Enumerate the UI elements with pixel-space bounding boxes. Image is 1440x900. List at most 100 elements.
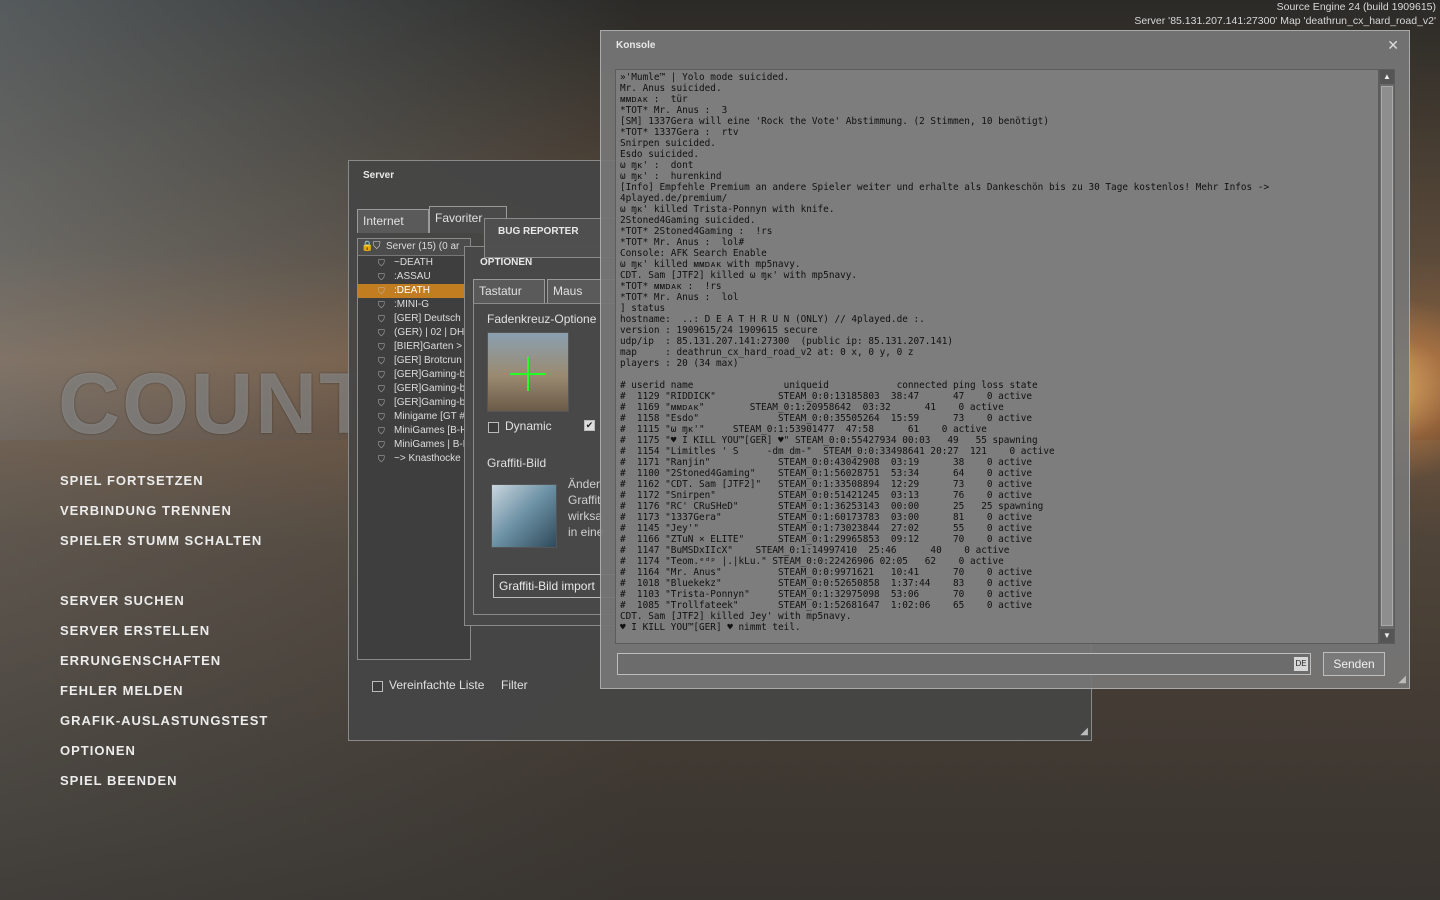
- menu-options[interactable]: OPTIONEN: [60, 743, 136, 758]
- console-line: # 1166 "ZTuN × ELITE" STEAM_0:1:29965853…: [620, 534, 1033, 545]
- console-line: ω ɱᴋ' : dont: [620, 160, 694, 171]
- console-title: Konsole: [616, 40, 656, 51]
- tab-keyboard[interactable]: Tastatur: [473, 279, 545, 303]
- server-row[interactable]: ⛉ ~> Knasthocke: [358, 452, 470, 466]
- crosshair-options-label: Fadenkreuz-Optione: [487, 312, 597, 326]
- server-row[interactable]: ⛉ (GER) | 02 | DH: [358, 326, 470, 340]
- menu-quit-game[interactable]: SPIEL BEENDEN: [60, 773, 178, 788]
- console-line: [Info] Empfehle Premium an andere Spiele…: [620, 182, 1270, 193]
- resize-grip-icon[interactable]: ◢: [1080, 726, 1088, 737]
- language-badge: DE: [1294, 657, 1308, 671]
- server-row-selected[interactable]: ⛉:DEATH: [358, 284, 470, 298]
- server-row[interactable]: ⛉ [GER]Gaming-b: [358, 396, 470, 410]
- graffiti-preview: [491, 484, 557, 548]
- menu-disconnect[interactable]: VERBINDUNG TRENNEN: [60, 503, 232, 518]
- console-line: ω ɱᴋ' : hurenkind: [620, 171, 722, 182]
- console-scrollbar[interactable]: ▲ ▼: [1379, 69, 1395, 644]
- console-line: *TOT* Mr. Anus : lol#: [620, 237, 745, 248]
- server-row[interactable]: ⛉ Minigame [GT #: [358, 410, 470, 424]
- crosshair-option-checkbox[interactable]: ✔: [584, 420, 595, 431]
- console-line: # 1145 "Jey'" STEAM_0:1:73023844 27:02 5…: [620, 523, 1033, 534]
- console-line: # 1018 "Bluekekz" STEAM_0:0:52650858 1:3…: [620, 578, 1033, 589]
- shield-icon: ⛉: [378, 426, 385, 436]
- bug-reporter-title: BUG REPORTER: [498, 226, 579, 237]
- server-row[interactable]: ⛉ MiniGames | B-H: [358, 438, 470, 452]
- lock-icon: 🔒: [361, 241, 374, 252]
- engine-info: Source Engine 24 (build 1909615) Server …: [1134, 0, 1436, 28]
- server-row[interactable]: ⛉ [GER]Gaming-b: [358, 368, 470, 382]
- console-line: »'Mumle™ | Yolo mode suicided.: [620, 72, 790, 83]
- server-row[interactable]: ⛉ [GER] Deutsch: [358, 312, 470, 326]
- menu-mute-players[interactable]: SPIELER STUMM SCHALTEN: [60, 533, 262, 548]
- console-line: # 1129 "RIDDICK" STEAM_0:0:13185803 38:4…: [620, 391, 1033, 402]
- console-line: # 1172 "Snirpen" STEAM_0:0:51421245 03:1…: [620, 490, 1033, 501]
- server-row[interactable]: ⛉:MINI-G: [358, 298, 470, 312]
- server-row[interactable]: ⛉ MiniGames [B-H: [358, 424, 470, 438]
- console-line: *TOT* Mr. Anus : lol: [620, 292, 739, 303]
- engine-build: Source Engine 24 (build 1909615): [1276, 1, 1436, 13]
- shield-icon: ⛉: [378, 356, 385, 366]
- console-line: ♥ I KILL YOU™[GER] ♥ nimmt teil.: [620, 622, 801, 633]
- console-line: udp/ip : 85.131.207.141:27300 (public ip…: [620, 336, 954, 347]
- menu-find-servers[interactable]: SERVER SUCHEN: [60, 593, 185, 608]
- server-row[interactable]: ⛉:ASSAU: [358, 270, 470, 284]
- console-line: Esdo suicided.: [620, 149, 700, 160]
- dynamic-label: Dynamic: [505, 419, 552, 433]
- shield-icon: ⛉: [378, 370, 385, 380]
- console-line: *TOT* Mr. Anus : 3: [620, 105, 728, 116]
- menu-report-bug[interactable]: FEHLER MELDEN: [60, 683, 184, 698]
- send-button[interactable]: Senden: [1323, 652, 1385, 676]
- shield-icon: ⛉: [378, 258, 385, 268]
- shield-icon: ⛉: [378, 398, 385, 408]
- console-line: ᴍᴍᴅᴀᴋ : tür: [620, 94, 688, 105]
- console-line: # userid name uniqueid connected ping lo…: [620, 380, 1038, 391]
- shield-icon: ⛉: [378, 314, 385, 324]
- server-list-header[interactable]: 🔒 ⛉ Server (15) (0 ar: [358, 239, 470, 256]
- dynamic-crosshair-checkbox[interactable]: [488, 422, 499, 433]
- shield-icon: ⛉: [378, 342, 385, 352]
- console-line: # 1176 "RC' CRuSHeD" STEAM_0:1:36253143 …: [620, 501, 1044, 512]
- console-line: # 1173 "1337Gera" STEAM_0:1:60173783 03:…: [620, 512, 1033, 523]
- console-line: ω ɱᴋ' killed Trista-Ponnyn with knife.: [620, 204, 835, 215]
- console-line: Mr. Anus suicided.: [620, 83, 722, 94]
- server-row[interactable]: ⛉ [GER]Gaming-b: [358, 382, 470, 396]
- menu-achievements[interactable]: ERRUNGENSCHAFTEN: [60, 653, 221, 668]
- server-row[interactable]: ⛉ ~DEATH: [358, 256, 470, 270]
- console-input[interactable]: DE: [617, 653, 1311, 675]
- graffiti-description: Änder Graffit wirksa in eine: [568, 477, 604, 539]
- menu-resume-game[interactable]: SPIEL FORTSETZEN: [60, 473, 204, 488]
- shield-icon: ⛉: [378, 384, 385, 394]
- menu-stress-test[interactable]: GRAFIK-AUSLASTUNGSTEST: [60, 713, 268, 728]
- console-line: hostname: ..: D E A T H R U N (ONLY) // …: [620, 314, 925, 325]
- filter-label[interactable]: Filter: [501, 678, 528, 692]
- console-line: # 1169 "ᴍᴍᴅᴀᴋ" STEAM_0:1:20958642 03:32 …: [620, 402, 1004, 413]
- console-line: ω ɱᴋ' killed ᴍᴍᴅᴀᴋ with mp5navy.: [620, 259, 801, 270]
- console-line: CDT. Sam [JTF2] killed Jey' with mp5navy…: [620, 611, 852, 622]
- console-line: # 1158 "Esdo" STEAM_0:0:35505264 15:59 7…: [620, 413, 1033, 424]
- server-row[interactable]: ⛉ [BIER]Garten >: [358, 340, 470, 354]
- close-icon[interactable]: ✕: [1387, 37, 1399, 54]
- crosshair-preview: [487, 332, 569, 412]
- game-logo: COUNT: [58, 356, 374, 452]
- tab-internet[interactable]: Internet: [357, 209, 429, 233]
- menu-create-server[interactable]: SERVER ERSTELLEN: [60, 623, 210, 638]
- shield-icon: ⛉: [378, 286, 385, 296]
- simplified-list-label: Vereinfachte Liste: [389, 678, 485, 692]
- console-line: # 1103 "Trista-Ponnyn" STEAM_0:1:3297509…: [620, 589, 1033, 600]
- shield-icon: ⛉: [378, 272, 385, 282]
- scroll-up-icon[interactable]: ▲: [1380, 70, 1394, 84]
- console-line: # 1154 "Limitles ' S -dm dm-" STEAM_0:0:…: [620, 446, 1055, 457]
- scroll-thumb[interactable]: [1381, 86, 1393, 626]
- resize-grip-icon[interactable]: ◢: [1398, 674, 1406, 685]
- console-line: # 1147 "BuMSDxIIcX" STEAM_0:1:14997410 2…: [620, 545, 1010, 556]
- server-browser-title: Server: [363, 170, 395, 181]
- simplified-list-checkbox[interactable]: [372, 681, 383, 692]
- server-row[interactable]: ⛉ [GER] Brotcrun: [358, 354, 470, 368]
- shield-icon: ⛉: [378, 440, 385, 450]
- console-line: 4played.de/premium/: [620, 193, 728, 204]
- engine-server-line: Server '85.131.207.141:27300' Map 'death…: [1134, 15, 1436, 27]
- console-output[interactable]: »'Mumle™ | Yolo mode suicided. Mr. Anus s…: [615, 69, 1379, 644]
- shield-icon: ⛉: [378, 300, 385, 310]
- scroll-down-icon[interactable]: ▼: [1380, 629, 1394, 643]
